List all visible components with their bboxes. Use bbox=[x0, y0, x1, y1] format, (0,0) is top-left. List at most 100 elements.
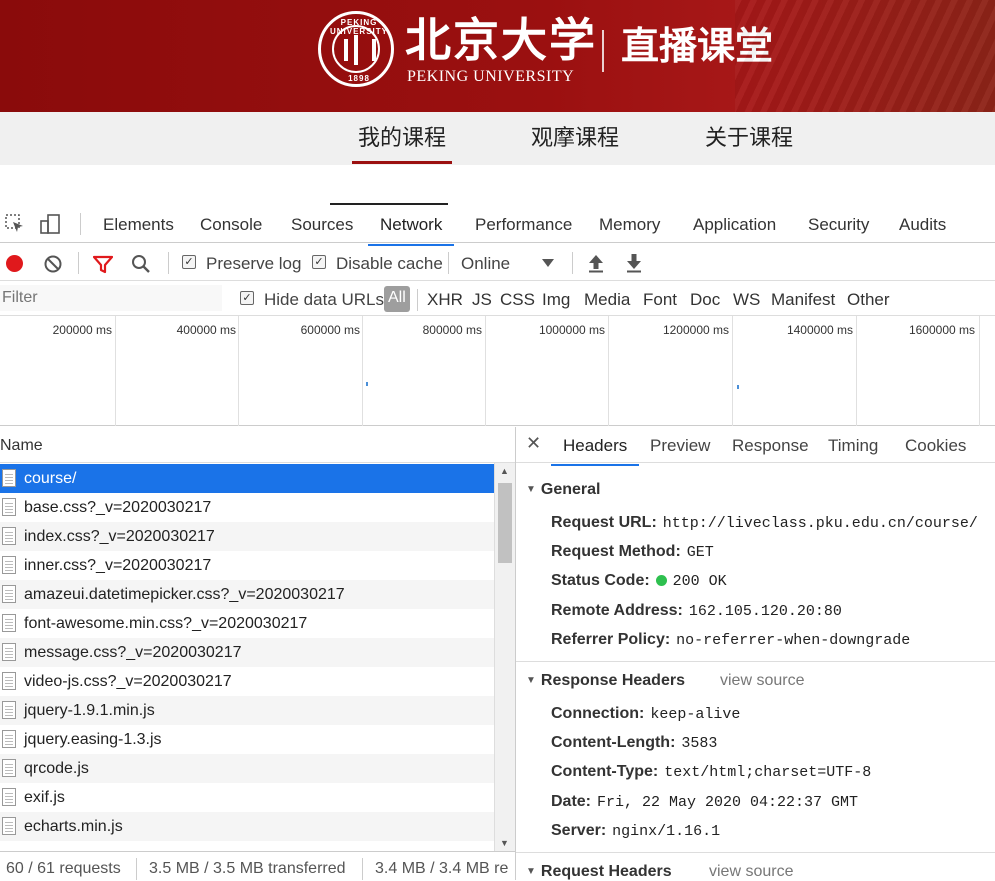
record-icon[interactable] bbox=[4, 253, 24, 273]
type-filter-css[interactable]: CSS bbox=[500, 290, 535, 310]
network-toolbar: ✓ Preserve log ✓ Disable cache Online bbox=[0, 244, 995, 281]
script-file-icon bbox=[2, 730, 16, 748]
tab-console[interactable]: Console bbox=[200, 215, 262, 235]
tab-application[interactable]: Application bbox=[693, 215, 776, 235]
details-tab-response[interactable]: Response bbox=[732, 436, 809, 456]
request-row[interactable]: echarts.min.js bbox=[0, 812, 494, 841]
type-filter-img[interactable]: Img bbox=[542, 290, 570, 310]
request-row[interactable]: index.css?_v=2020030217 bbox=[0, 522, 494, 551]
stylesheet-file-icon bbox=[2, 498, 16, 516]
column-name-header[interactable]: Name bbox=[0, 437, 43, 455]
overview-tick-label: 1600000 ms bbox=[908, 323, 975, 337]
details-tab-preview[interactable]: Preview bbox=[650, 436, 710, 456]
network-overview-timeline[interactable]: 200000 ms 400000 ms 600000 ms 800000 ms … bbox=[0, 316, 995, 426]
overview-tick-label: 400000 ms bbox=[176, 323, 236, 337]
request-list: Name course/ base.css?_v=2020030217 inde… bbox=[0, 427, 515, 880]
type-filter-all[interactable]: All bbox=[384, 286, 410, 312]
request-row[interactable]: exif.js bbox=[0, 783, 494, 812]
nav-my-courses[interactable]: 我的课程 bbox=[351, 124, 453, 164]
type-filter-ws[interactable]: WS bbox=[733, 290, 760, 310]
scrollbar-thumb[interactable] bbox=[498, 483, 512, 563]
request-row[interactable]: font-awesome.min.css?_v=2020030217 bbox=[0, 609, 494, 638]
expand-triangle-icon: ▼ bbox=[526, 484, 536, 495]
preserve-log-checkbox[interactable]: ✓ bbox=[182, 255, 196, 269]
type-filter-other[interactable]: Other bbox=[847, 290, 890, 310]
nav-observe-courses[interactable]: 观摩课程 bbox=[531, 124, 619, 152]
tab-sources[interactable]: Sources bbox=[291, 215, 353, 235]
type-filter-js[interactable]: JS bbox=[472, 290, 492, 310]
stylesheet-file-icon bbox=[2, 527, 16, 545]
section-divider bbox=[516, 661, 995, 662]
inspect-element-icon[interactable] bbox=[4, 213, 26, 235]
throttling-select[interactable]: Online bbox=[461, 254, 510, 274]
stylesheet-file-icon bbox=[2, 585, 16, 603]
university-name-cn: 北京大学 bbox=[405, 13, 597, 67]
type-filter-manifest[interactable]: Manifest bbox=[771, 290, 835, 310]
details-tab-cookies[interactable]: Cookies bbox=[905, 436, 966, 456]
request-row[interactable]: message.css?_v=2020030217 bbox=[0, 638, 494, 667]
disable-cache-checkbox[interactable]: ✓ bbox=[312, 255, 326, 269]
request-list-scrollbar[interactable]: ▲ ▼ bbox=[494, 463, 515, 851]
seal-year-text: 1898 bbox=[348, 74, 370, 83]
type-filter-font[interactable]: Font bbox=[643, 290, 677, 310]
request-row[interactable]: qrcode.js bbox=[0, 754, 494, 783]
tab-security[interactable]: Security bbox=[808, 215, 869, 235]
request-row[interactable]: inner.css?_v=2020030217 bbox=[0, 551, 494, 580]
scroll-up-arrow-icon[interactable]: ▲ bbox=[500, 466, 509, 476]
details-tab-headers[interactable]: Headers bbox=[550, 436, 640, 466]
tab-network[interactable]: Network bbox=[367, 215, 455, 246]
request-row[interactable]: video-js.css?_v=2020030217 bbox=[0, 667, 494, 696]
type-filter-doc[interactable]: Doc bbox=[690, 290, 720, 310]
tab-memory[interactable]: Memory bbox=[599, 215, 660, 235]
overview-gridline bbox=[485, 316, 486, 426]
remote-address-row: Remote Address: 162.105.120.20:80 bbox=[551, 602, 842, 620]
request-details-panel: ✕ Headers Preview Response Timing Cookie… bbox=[515, 427, 995, 880]
stylesheet-file-icon bbox=[2, 614, 16, 632]
search-icon[interactable] bbox=[130, 253, 152, 275]
tab-performance[interactable]: Performance bbox=[475, 215, 572, 235]
chevron-down-icon[interactable] bbox=[540, 256, 556, 270]
disable-cache-label: Disable cache bbox=[336, 254, 443, 273]
request-url-row: Request URL: http://liveclass.pku.edu.cn/… bbox=[551, 514, 978, 532]
tabbar-separator bbox=[80, 213, 81, 235]
script-file-icon bbox=[2, 817, 16, 835]
response-headers-section-header[interactable]: ▼ Response Headers bbox=[526, 672, 685, 690]
request-row[interactable]: amazeui.datetimepicker.css?_v=2020030217 bbox=[0, 580, 494, 609]
general-section-header[interactable]: ▼ General bbox=[526, 481, 601, 499]
content-type-row: Content-Type: text/html;charset=UTF-8 bbox=[551, 763, 872, 781]
overview-gridline bbox=[115, 316, 116, 426]
toolbar-separator bbox=[168, 252, 169, 274]
import-har-icon[interactable] bbox=[586, 252, 606, 274]
request-method-row: Request Method: GET bbox=[551, 543, 714, 561]
overview-gridline bbox=[979, 316, 980, 426]
nav-about-courses[interactable]: 关于课程 bbox=[705, 124, 793, 152]
overview-gridline bbox=[732, 316, 733, 426]
request-headers-section-header[interactable]: ▼ Request Headers bbox=[526, 863, 672, 881]
device-toolbar-icon[interactable] bbox=[38, 212, 62, 236]
export-har-icon[interactable] bbox=[624, 252, 644, 274]
filter-separator bbox=[417, 289, 418, 311]
type-filter-media[interactable]: Media bbox=[584, 290, 630, 310]
clear-icon[interactable] bbox=[42, 253, 64, 275]
type-filter-xhr[interactable]: XHR bbox=[427, 290, 463, 310]
request-row[interactable]: base.css?_v=2020030217 bbox=[0, 493, 494, 522]
request-row-selected[interactable]: course/ bbox=[0, 464, 494, 493]
filter-input[interactable] bbox=[0, 285, 222, 311]
overview-tick-label: 1200000 ms bbox=[662, 323, 729, 337]
filter-icon[interactable] bbox=[92, 253, 114, 275]
overview-request-mark bbox=[366, 382, 368, 386]
overview-request-mark bbox=[737, 385, 739, 389]
details-tab-timing[interactable]: Timing bbox=[828, 436, 878, 456]
request-view-source-link[interactable]: view source bbox=[709, 863, 793, 881]
close-icon[interactable]: ✕ bbox=[526, 433, 541, 454]
scroll-down-arrow-icon[interactable]: ▼ bbox=[500, 838, 509, 848]
request-row[interactable]: jquery.easing-1.3.js bbox=[0, 725, 494, 754]
tab-audits[interactable]: Audits bbox=[899, 215, 946, 235]
document-file-icon bbox=[2, 469, 16, 487]
status-ok-icon bbox=[655, 575, 667, 586]
hide-data-urls-checkbox[interactable]: ✓ bbox=[240, 291, 254, 305]
request-row[interactable]: jquery-1.9.1.min.js bbox=[0, 696, 494, 725]
overview-gridline bbox=[362, 316, 363, 426]
tab-elements[interactable]: Elements bbox=[103, 215, 174, 235]
response-view-source-link[interactable]: view source bbox=[720, 672, 804, 690]
